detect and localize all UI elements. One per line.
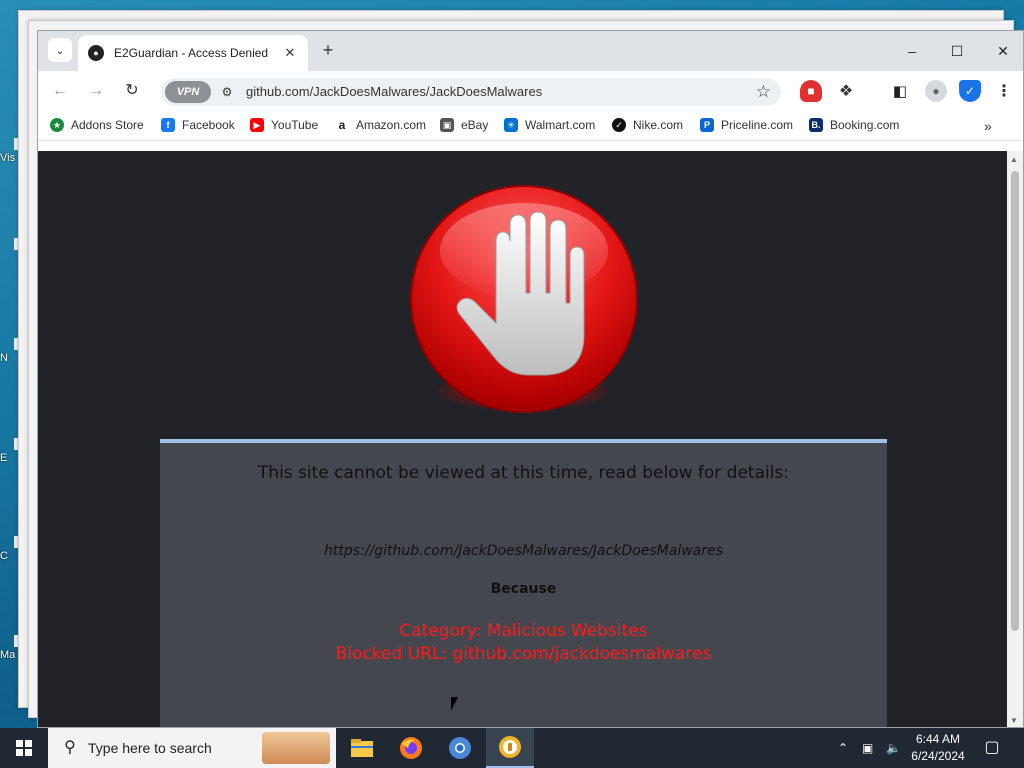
forward-button[interactable]: →: [84, 79, 108, 103]
block-url-reason: Blocked URL: github.com/jackdoesmalwares: [335, 644, 712, 664]
addons-store-icon: ★: [50, 118, 64, 132]
url-text[interactable]: github.com/JackDoesMalwares/JackDoesMalw…: [246, 84, 542, 99]
site-settings-icon[interactable]: ⚙: [219, 84, 235, 100]
profile-avatar-icon[interactable]: ●: [925, 80, 947, 102]
extensions-puzzle-icon[interactable]: ❖: [835, 80, 857, 102]
scrollbar-thumb[interactable]: [1011, 171, 1019, 631]
maximize-button[interactable]: ☐: [945, 39, 969, 63]
toolbar: ← → ↻ VPN ⚙ github.com/JackDoesMalwares/…: [38, 71, 1023, 111]
mouse-cursor-icon: [451, 697, 458, 711]
scroll-down-icon[interactable]: ▼: [1010, 716, 1018, 725]
vertical-scrollbar[interactable]: ▲ ▼: [1007, 151, 1023, 727]
chromium-icon[interactable]: [436, 728, 484, 768]
priceline-icon: P: [700, 118, 714, 132]
volume-muted-icon[interactable]: 🔈: [886, 728, 901, 768]
bookmarks-bar: ★ Addons Store f Facebook ▶ YouTube a Amazon…: [38, 111, 1023, 141]
search-highlight-image: [262, 732, 330, 764]
amazon-icon: a: [335, 118, 349, 132]
firefox-icon[interactable]: [387, 728, 435, 768]
back-button[interactable]: ←: [48, 79, 72, 103]
block-details-panel: This site cannot be viewed at this time,…: [160, 439, 887, 727]
bookmark-walmart[interactable]: ✳ Walmart.com: [504, 118, 595, 132]
vpn-badge[interactable]: VPN: [165, 81, 211, 103]
search-placeholder: Type here to search: [88, 740, 212, 756]
nike-icon: ✓: [612, 118, 626, 132]
bookmark-booking[interactable]: B. Booking.com: [809, 118, 899, 132]
taskbar: ⚲ Type here to search ⌃ ▣ 🔈 6:44 AM 6/24…: [0, 728, 1024, 768]
new-tab-button[interactable]: +: [318, 40, 338, 60]
minimize-button[interactable]: –: [900, 39, 924, 63]
block-category: Category: Malicious Websites: [399, 621, 648, 641]
search-icon: ⚲: [64, 739, 76, 756]
browser-vpn-icon[interactable]: [486, 728, 534, 768]
taskbar-search-box[interactable]: ⚲ Type here to search: [48, 728, 336, 768]
close-window-button[interactable]: ✕: [991, 39, 1015, 63]
file-explorer-icon[interactable]: [338, 728, 386, 768]
bookmark-facebook[interactable]: f Facebook: [161, 118, 235, 132]
ebay-icon: ▣: [440, 118, 454, 132]
shield-extension-icon[interactable]: ✓: [959, 80, 981, 102]
reload-button[interactable]: ↻: [120, 79, 144, 103]
tab-title: E2Guardian - Access Denied: [114, 46, 269, 60]
hand-shape: [456, 211, 585, 376]
windows-logo-icon: [16, 740, 32, 756]
tray-chevron-icon[interactable]: ⌃: [838, 728, 848, 768]
youtube-icon: ▶: [250, 118, 264, 132]
facebook-icon: f: [161, 118, 175, 132]
bookmark-nike[interactable]: ✓ Nike.com: [612, 118, 683, 132]
because-label: Because: [490, 581, 557, 597]
blocked-full-url: https://github.com/JackDoesMalwares/Jack…: [324, 543, 723, 559]
chevron-down-icon: ⌄: [55, 44, 65, 57]
bookmark-ebay[interactable]: ▣ eBay: [440, 118, 488, 132]
bookmark-addons-store[interactable]: ★ Addons Store: [50, 118, 144, 132]
stop-hand-icon: [410, 185, 638, 413]
booking-icon: B.: [809, 118, 823, 132]
bookmark-priceline[interactable]: P Priceline.com: [700, 118, 793, 132]
github-icon: ●: [88, 45, 104, 61]
menu-kebab-icon[interactable]: ⋮: [993, 80, 1015, 102]
bookmark-star-icon[interactable]: ☆: [756, 82, 771, 102]
tab-strip: ⌄ ● E2Guardian - Access Denied ✕ + – ☐ ✕: [38, 31, 1023, 71]
tab-active[interactable]: ● E2Guardian - Access Denied ✕: [78, 35, 308, 71]
block-headline: This site cannot be viewed at this time,…: [257, 463, 790, 483]
tab-search-button[interactable]: ⌄: [48, 38, 72, 62]
browser-window: ⌄ ● E2Guardian - Access Denied ✕ + – ☐ ✕…: [37, 30, 1024, 728]
side-panel-icon[interactable]: ◧: [889, 80, 911, 102]
clock-date: 6/24/2024: [911, 749, 965, 763]
walmart-icon: ✳: [504, 118, 518, 132]
scroll-up-icon[interactable]: ▲: [1010, 155, 1018, 164]
clock-time: 6:44 AM: [915, 732, 961, 746]
notifications-icon[interactable]: ▢: [980, 736, 1004, 760]
bookmark-youtube[interactable]: ▶ YouTube: [250, 118, 318, 132]
blocked-page: This site cannot be viewed at this time,…: [38, 151, 1008, 727]
close-tab-icon[interactable]: ✕: [282, 45, 298, 61]
network-icon[interactable]: ▣: [862, 728, 873, 768]
start-button[interactable]: [0, 728, 48, 768]
bookmark-amazon[interactable]: a Amazon.com: [335, 118, 426, 132]
ublock-extension-icon[interactable]: ■: [800, 80, 822, 102]
system-clock[interactable]: 6:44 AM 6/24/2024: [900, 731, 976, 765]
address-bar[interactable]: VPN ⚙ github.com/JackDoesMalwares/JackDo…: [161, 78, 781, 106]
bookmarks-overflow-icon[interactable]: »: [984, 118, 992, 134]
